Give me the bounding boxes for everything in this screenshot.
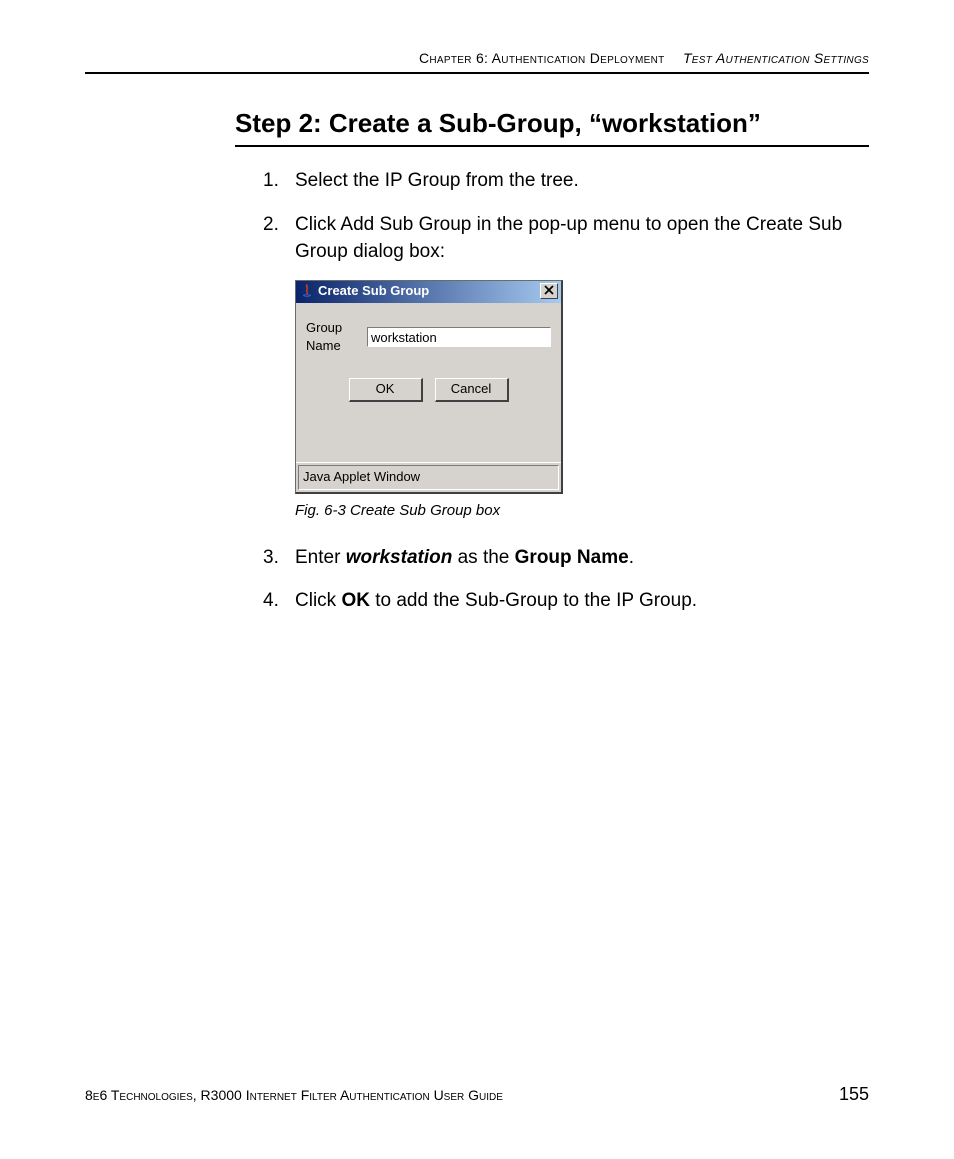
step-title: Step 2: Create a Sub-Group, “workstation… [235, 108, 869, 147]
document-page: Chapter 6: Authentication Deployment Tes… [0, 0, 954, 1159]
header-subsection: Test Authentication Settings [683, 50, 869, 66]
dialog-titlebar: Create Sub Group [296, 281, 561, 303]
step-1: 1. Select the IP Group from the tree. [295, 167, 869, 195]
header-chapter: Chapter 6: Authentication Deployment [419, 50, 665, 66]
ok-button[interactable]: OK [349, 378, 423, 402]
dialog-status-bar: Java Applet Window [296, 462, 561, 490]
step-text: Click OK to add the Sub-Group to the IP … [295, 590, 697, 611]
main-content: Step 2: Create a Sub-Group, “workstation… [85, 108, 869, 615]
step-number: 3. [263, 544, 279, 572]
step-text: Click Add Sub Group in the pop-up menu t… [295, 214, 842, 263]
step-number: 2. [263, 211, 279, 239]
group-name-input[interactable] [367, 327, 551, 347]
status-text: Java Applet Window [298, 465, 559, 490]
group-name-row: Group Name [306, 319, 551, 357]
close-icon [544, 285, 554, 297]
emphasis-group-name: Group Name [515, 547, 629, 568]
ok-button-label: OK [376, 380, 395, 399]
group-name-label: Group Name [306, 319, 361, 357]
step-4: 4. Click OK to add the Sub-Group to the … [295, 587, 869, 615]
close-button[interactable] [540, 283, 558, 299]
cancel-button[interactable]: Cancel [435, 378, 509, 402]
dialog-body: Group Name OK Cancel [296, 303, 561, 463]
dialog-button-row: OK Cancel [306, 378, 551, 402]
steps-list: 1. Select the IP Group from the tree. 2.… [235, 167, 869, 615]
page-header: Chapter 6: Authentication Deployment Tes… [85, 50, 869, 74]
figure-caption: Fig. 6-3 Create Sub Group box [295, 500, 869, 522]
create-sub-group-dialog: Create Sub Group [295, 280, 563, 495]
step-number: 4. [263, 587, 279, 615]
step-text: Enter workstation as the Group Name. [295, 547, 634, 568]
java-icon [300, 284, 314, 298]
page-number: 155 [839, 1084, 869, 1105]
footer-text: 8e6 Technologies, R3000 Internet Filter … [85, 1087, 503, 1103]
page-footer: 8e6 Technologies, R3000 Internet Filter … [85, 1084, 869, 1105]
dialog-figure: Create Sub Group [295, 280, 869, 522]
cancel-button-label: Cancel [451, 380, 491, 399]
step-number: 1. [263, 167, 279, 195]
emphasis-workstation: workstation [346, 547, 453, 568]
emphasis-ok: OK [341, 590, 370, 611]
step-3: 3. Enter workstation as the Group Name. [295, 544, 869, 572]
step-2: 2. Click Add Sub Group in the pop-up men… [295, 211, 869, 522]
dialog-title: Create Sub Group [318, 282, 540, 301]
step-text: Select the IP Group from the tree. [295, 170, 579, 191]
